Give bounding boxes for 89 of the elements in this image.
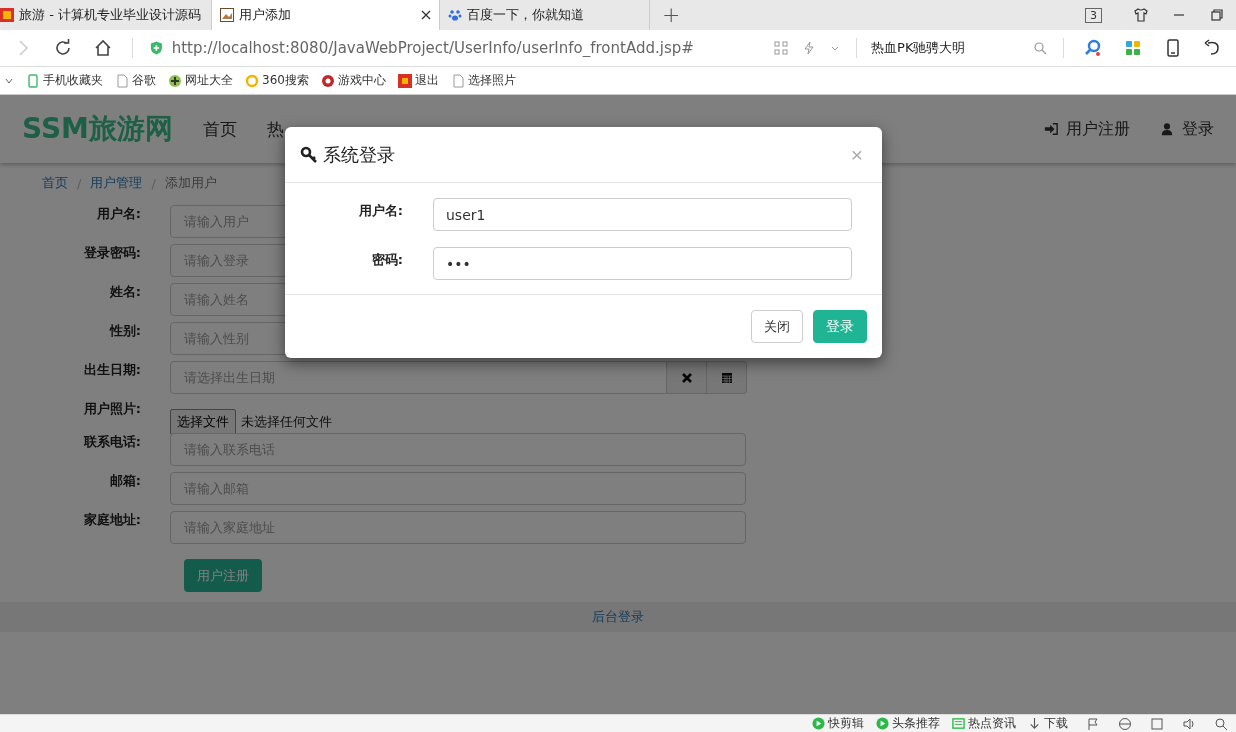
flag-icon[interactable]: [1086, 716, 1100, 731]
key-icon: [300, 145, 318, 164]
bookmark[interactable]: 谷歌: [115, 72, 156, 89]
close-icon[interactable]: [421, 10, 431, 20]
field-label: 出生日期:: [82, 361, 142, 379]
status-item[interactable]: 下载: [1028, 715, 1068, 732]
clear-button[interactable]: [667, 361, 707, 394]
input-field[interactable]: •••: [433, 247, 852, 280]
status-item[interactable]: 快剪辑: [812, 715, 864, 732]
phone-icon: [26, 73, 40, 88]
browser-tab[interactable]: 百度一下，你就知道: [440, 0, 650, 30]
page-icon: [115, 73, 129, 88]
input-field[interactable]: user1: [433, 198, 852, 231]
field-label: 姓名:: [108, 283, 142, 301]
square-icon: [397, 73, 412, 88]
page-icon: [450, 73, 465, 88]
status-label: 快剪辑: [828, 715, 864, 732]
status-item[interactable]: 热点资讯: [952, 715, 1016, 732]
status-item[interactable]: 头条推荐: [876, 715, 940, 732]
new-tab-button[interactable]: +: [650, 0, 693, 30]
apps-icon[interactable]: [1123, 38, 1143, 58]
field-label: 用户照片:: [82, 400, 142, 418]
bookmark-label: 网址大全: [185, 72, 233, 89]
breadcrumb-separator: /: [77, 175, 82, 191]
browser-tab[interactable]: 用户添加: [212, 0, 440, 30]
bookmark[interactable]: 360搜索: [245, 72, 309, 89]
news-icon: [952, 717, 965, 730]
file-status: 未选择任何文件: [241, 413, 332, 431]
dialog-title: 系统登录: [323, 142, 395, 167]
paw-icon: [448, 8, 462, 22]
nav-link-label: 用户注册: [1066, 118, 1130, 140]
restore-icon[interactable]: [1209, 7, 1225, 23]
clear-icon: [680, 371, 693, 384]
bookmark[interactable]: 网址大全: [168, 72, 233, 89]
target-icon: [320, 73, 335, 88]
calendar-icon: [720, 371, 733, 384]
field-label: 邮箱:: [108, 472, 142, 490]
nav-link[interactable]: 用户注册: [1044, 118, 1130, 140]
sign-in-icon: [1044, 122, 1058, 136]
status-label: 热点资讯: [968, 715, 1016, 732]
speaker-icon[interactable]: [1182, 716, 1196, 731]
bookmark-label: 选择照片: [467, 72, 516, 89]
field-label: 家庭地址:: [82, 511, 142, 529]
tab-title: 旅游 - 计算机专业毕业设计源码: [19, 6, 202, 24]
bookmark-label: 游戏中心: [337, 72, 386, 89]
bookmark[interactable]: 选择照片: [450, 72, 516, 89]
download-icon: [1028, 717, 1041, 730]
dialog-button[interactable]: 关闭: [751, 310, 803, 343]
plus-icon: [168, 73, 182, 88]
shirt-icon[interactable]: [1133, 7, 1149, 23]
field-label: 登录密码:: [82, 244, 142, 262]
image-icon: [220, 8, 234, 22]
favicon-icon: [0, 8, 14, 22]
status-label: 头条推荐: [892, 715, 940, 732]
field-label: 密码:: [370, 251, 404, 269]
bookmark-label: 手机收藏夹: [43, 72, 103, 89]
bookmark-label: 360搜索: [262, 72, 309, 89]
search-icon[interactable]: [1214, 716, 1228, 731]
search-field[interactable]: 热血PK驰骋大明: [869, 39, 1024, 57]
field-label: 用户名:: [357, 202, 404, 220]
nav-link-label: 登录: [1182, 118, 1214, 140]
bookmark[interactable]: 手机收藏夹: [26, 72, 103, 89]
nav-link[interactable]: 热: [266, 117, 284, 141]
address-field[interactable]: http://localhost:8080/JavaWebProject/UserInfo/userInfo_frontAdd.jsp#: [169, 38, 765, 58]
field-label: 性别:: [108, 322, 142, 340]
nav-link[interactable]: 登录: [1160, 118, 1214, 140]
breadcrumb-text: 添加用户: [164, 174, 217, 192]
bookmark-label: 谷歌: [132, 72, 156, 89]
ring-icon: [245, 73, 259, 88]
bookmark[interactable]: 退出: [397, 72, 439, 89]
field-label: 用户名:: [95, 205, 142, 223]
shield-icon: [148, 40, 164, 56]
bookmark-label: 退出: [414, 72, 439, 89]
tab-title: 用户添加: [239, 6, 292, 24]
choose-file-button[interactable]: 选择文件: [170, 409, 236, 435]
bookmark[interactable]: 游戏中心: [320, 72, 386, 89]
breadcrumb-separator: /: [151, 175, 156, 191]
home-icon[interactable]: [93, 38, 113, 58]
reload-icon[interactable]: [53, 38, 73, 58]
user-icon: [1160, 122, 1174, 136]
lightning-icon[interactable]: [802, 41, 817, 55]
nav-link[interactable]: 首页: [202, 117, 237, 141]
globe-icon[interactable]: [1118, 716, 1132, 731]
tab-title: 百度一下，你就知道: [467, 6, 585, 24]
calendar-button[interactable]: [707, 361, 747, 394]
status-label: 下载: [1044, 715, 1068, 732]
field-label: 联系电话:: [82, 433, 142, 451]
magnifier-icon[interactable]: [1083, 38, 1103, 58]
tab-count[interactable]: 3: [1085, 7, 1102, 23]
